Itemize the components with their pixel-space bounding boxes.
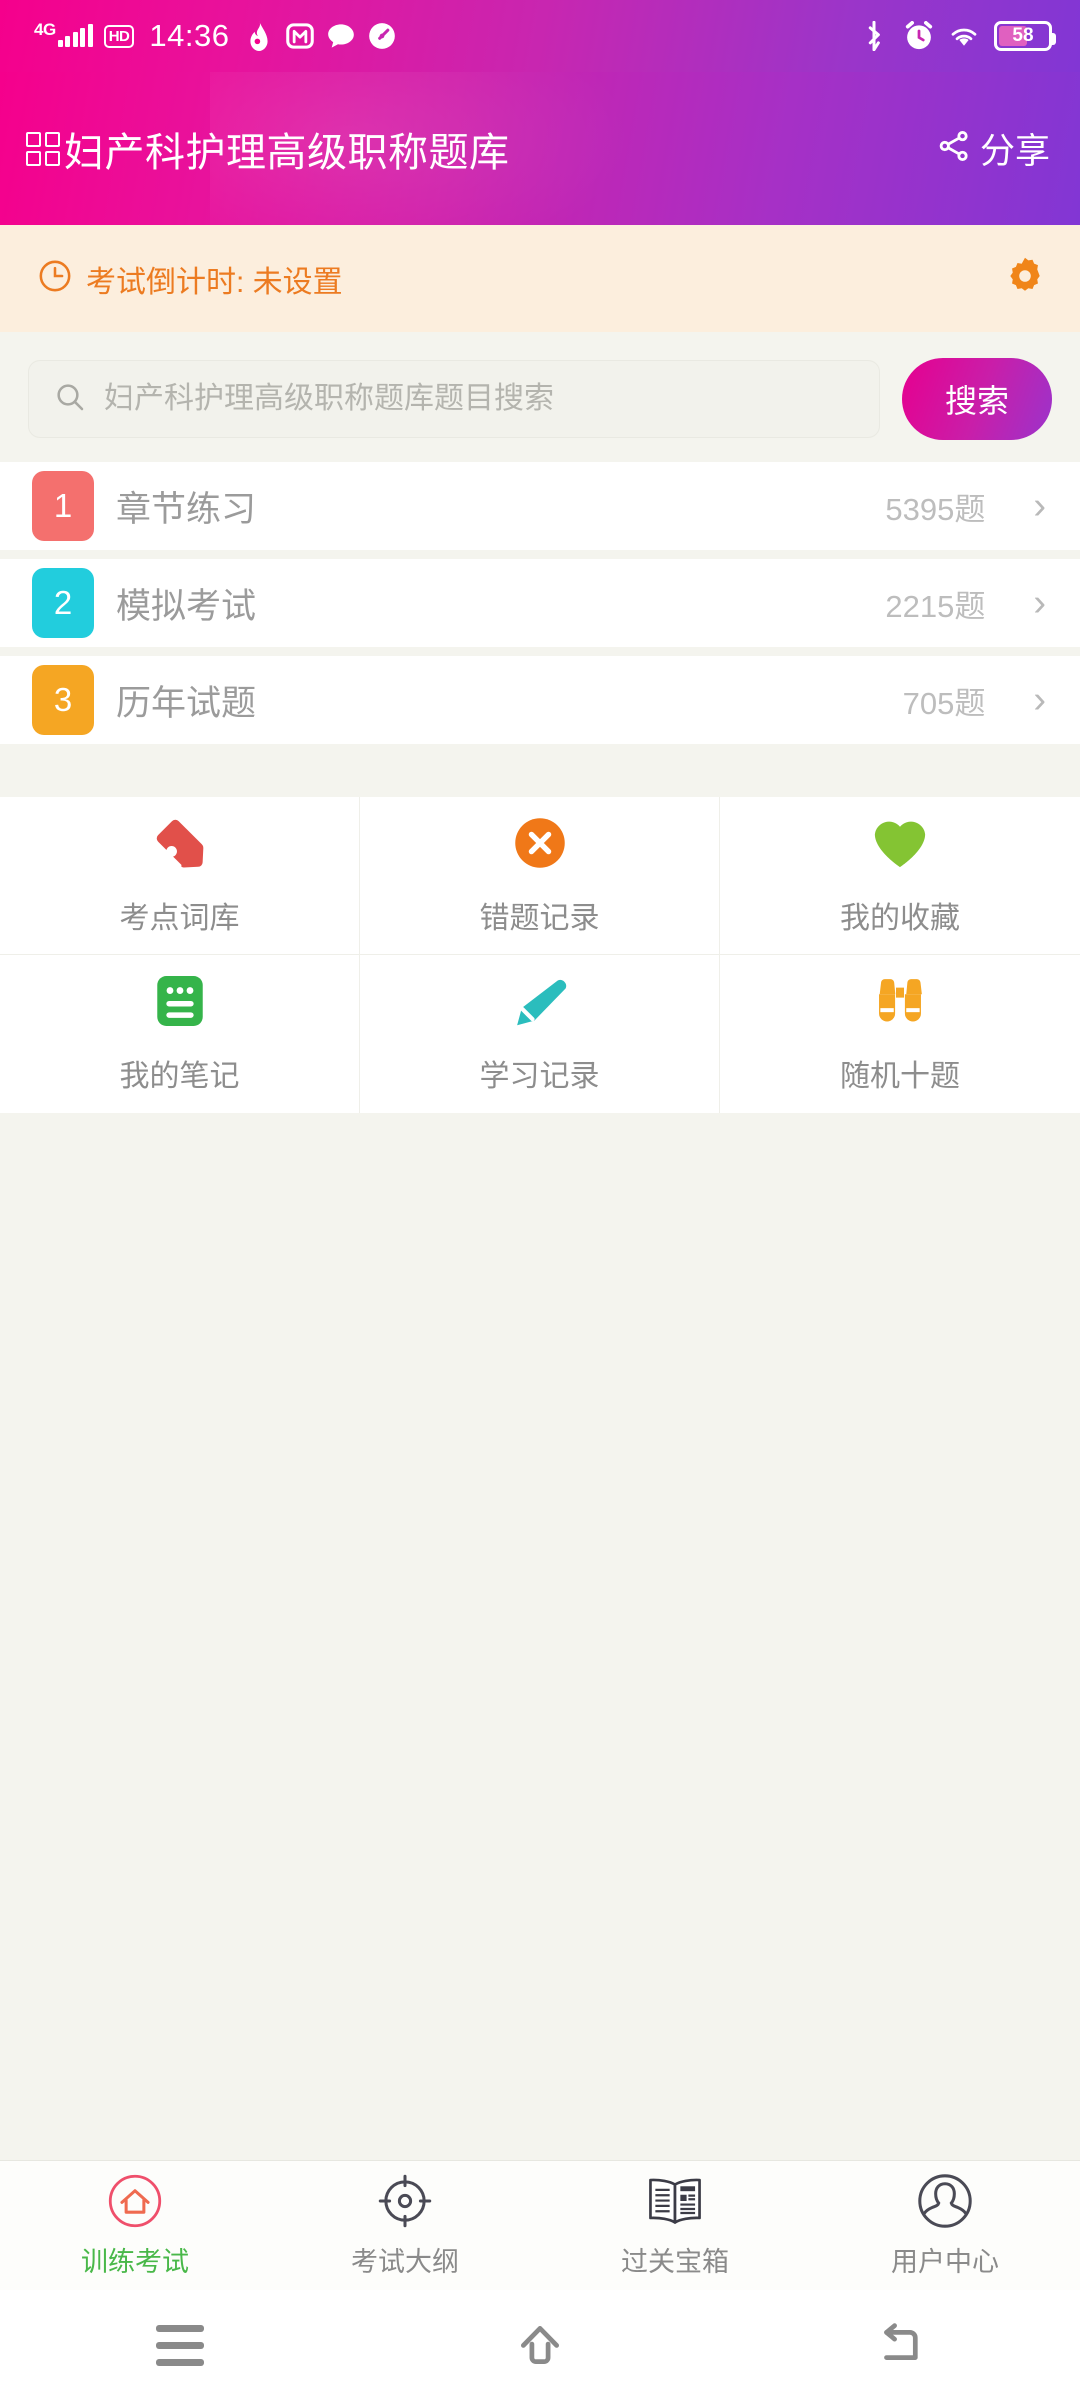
section-divider [0,753,1080,797]
tab-exam-outline[interactable]: 考试大纲 [270,2161,540,2290]
row-label: 章节练习 [116,489,257,529]
grid-item-vocabulary[interactable]: 考点词库 [0,797,360,955]
android-nav-bar [0,2290,1080,2400]
app-root: 4G HD 14:36 58 妇产科护理高级职称题库 分享 考试倒计时: 未设置… [0,0,1080,2400]
tab-pass-treasure[interactable]: 过关宝箱 [540,2161,810,2290]
home-icon[interactable] [505,2315,575,2375]
app-title-group: 妇产科护理高级职称题库 [26,120,510,178]
close-circle-icon [513,815,567,871]
table-row[interactable]: 3 历年试题 705题 › [0,656,1080,744]
row-label: 历年试题 [116,683,257,723]
apps-grid-icon [26,131,60,166]
search-box[interactable] [28,360,880,438]
tag-icon [152,815,208,871]
countdown-text: 考试倒计时: 未设置 [86,265,343,299]
search-input[interactable] [104,382,854,416]
wifi-icon [949,21,979,51]
table-row[interactable]: 2 模拟考试 2215题 › [0,559,1080,647]
back-icon[interactable] [865,2315,935,2375]
user-circle-icon [917,2172,973,2230]
hd-icon: HD [103,24,135,48]
feature-grid: 考点词库 错题记录 我的收藏 我的笔记 学习记录 随机十题 [0,797,1080,1113]
grid-item-study-records[interactable]: 学习记录 [360,955,720,1113]
binoculars-icon [871,973,929,1029]
category-list: 1 章节练习 5395题 › 2 模拟考试 2215题 › 3 历年试题 705… [0,462,1080,753]
search-row: 搜索 [28,358,1052,440]
row-count: 705题 [902,685,986,721]
grid-item-label: 我的笔记 [119,1060,240,1093]
chevron-right-icon: › [1033,582,1046,624]
row-count: 2215题 [885,588,986,624]
tab-training-exam[interactable]: 训练考试 [0,2161,270,2290]
grid-item-random-ten[interactable]: 随机十题 [720,955,1080,1113]
battery-level-label: 58 [1012,25,1034,46]
newspaper-icon [646,2172,704,2230]
clock-icon [38,259,72,298]
status-bar-left: 4G HD 14:36 [34,18,397,54]
home-circle-icon [107,2172,163,2230]
status-clock: 14:36 [149,18,230,53]
bottom-tab-bar: 训练考试 考试大纲 过关宝箱 用户中心 [0,2160,1080,2290]
heart-icon [871,815,929,871]
tab-label: 训练考试 [81,2247,189,2277]
network-type-label: 4G [34,20,56,39]
grid-item-wrong-records[interactable]: 错题记录 [360,797,720,955]
share-label: 分享 [979,132,1050,171]
table-row[interactable]: 1 章节练习 5395题 › [0,462,1080,550]
status-bar: 4G HD 14:36 58 [0,0,1080,72]
chat-bubble-icon [326,21,356,51]
row-badge: 2 [32,568,94,638]
signal-bars-icon: 4G [34,21,93,47]
grid-item-label: 考点词库 [119,901,240,935]
countdown-left: 考试倒计时: 未设置 [38,257,343,301]
tab-label: 用户中心 [891,2247,999,2277]
chevron-right-icon: › [1033,485,1046,527]
tab-user-center[interactable]: 用户中心 [810,2161,1080,2290]
grid-item-favorites[interactable]: 我的收藏 [720,797,1080,955]
empty-content-area [0,1113,1080,2160]
row-label: 模拟考试 [116,586,257,626]
alarm-icon [904,21,934,51]
grid-item-label: 学习记录 [479,1060,600,1093]
search-button[interactable]: 搜索 [902,358,1052,440]
battery-icon: 58 [994,21,1056,51]
chevron-right-icon: › [1033,679,1046,721]
m-app-icon [285,21,315,51]
countdown-bar[interactable]: 考试倒计时: 未设置 [0,225,1080,332]
search-section: 搜索 [0,332,1080,462]
tab-label: 过关宝箱 [621,2247,729,2277]
grid-item-label: 随机十题 [840,1060,960,1093]
row-badge: 3 [32,665,94,735]
pencil-icon [512,973,568,1029]
status-bar-right: 58 [859,21,1056,51]
grid-item-notes[interactable]: 我的笔记 [0,955,360,1113]
countdown-settings-button[interactable] [1004,255,1046,302]
row-count: 5395题 [885,491,986,527]
flame-app-icon [244,21,274,51]
tab-label: 考试大纲 [351,2247,459,2277]
app-header: 妇产科护理高级职称题库 分享 [0,72,1080,225]
notes-icon [155,973,205,1029]
menu-icon[interactable] [145,2315,215,2375]
target-icon [377,2172,433,2230]
bluetooth-icon [859,21,889,51]
speedometer-app-icon [367,21,397,51]
search-icon [54,381,86,418]
share-icon [937,129,971,168]
share-button[interactable]: 分享 [937,123,1050,174]
grid-item-label: 我的收藏 [840,901,960,935]
grid-item-label: 错题记录 [479,901,600,935]
page-title: 妇产科护理高级职称题库 [64,130,510,175]
row-badge: 1 [32,471,94,541]
